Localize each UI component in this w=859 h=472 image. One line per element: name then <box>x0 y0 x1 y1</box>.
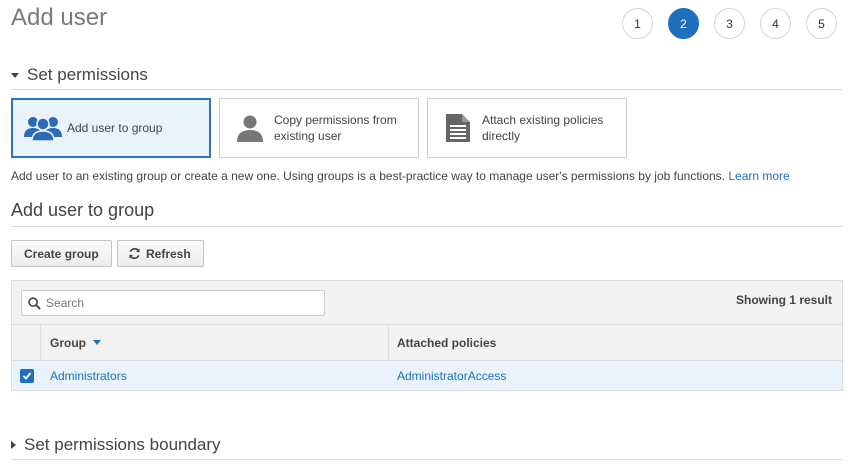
row-checkbox[interactable] <box>19 368 34 383</box>
result-count: Showing 1 result <box>735 293 832 307</box>
user-icon <box>230 108 270 148</box>
step-2[interactable]: 2 <box>668 8 699 39</box>
group-link[interactable]: Administrators <box>50 369 127 383</box>
divider <box>11 459 843 460</box>
caret-right-icon <box>11 441 16 449</box>
sort-desc-icon <box>93 340 101 345</box>
set-permissions-toggle[interactable]: Set permissions <box>11 65 148 85</box>
refresh-label: Refresh <box>146 246 191 261</box>
create-group-button[interactable]: Create group <box>11 240 112 267</box>
permissions-boundary-toggle[interactable]: Set permissions boundary <box>11 435 221 455</box>
add-user-to-group-heading: Add user to group <box>11 200 155 220</box>
help-text: Add user to an existing group or create … <box>11 169 790 183</box>
step-5[interactable]: 5 <box>806 8 837 39</box>
page-title: Add user <box>11 4 108 31</box>
policy-link[interactable]: AdministratorAccess <box>397 369 506 383</box>
column-header-group[interactable]: Group <box>41 325 389 360</box>
table-row[interactable]: Administrators AdministratorAccess <box>12 361 842 390</box>
refresh-icon <box>128 247 141 260</box>
checkmark-icon <box>22 371 31 380</box>
select-column-header <box>12 325 41 360</box>
step-4[interactable]: 4 <box>760 8 791 39</box>
permissions-boundary-heading: Set permissions boundary <box>24 435 221 454</box>
group-cell: Administrators <box>41 361 389 390</box>
row-select-cell <box>12 361 41 390</box>
column-header-policies: Attached policies <box>389 325 842 360</box>
users-group-icon <box>23 108 63 148</box>
help-text-body: Add user to an existing group or create … <box>11 169 725 183</box>
option-add-user-to-group[interactable]: Add user to group <box>11 98 211 158</box>
option-label: Copy permissions from existing user <box>274 113 397 143</box>
column-label: Group <box>50 335 86 350</box>
policies-cell: AdministratorAccess <box>389 361 842 390</box>
refresh-button[interactable]: Refresh <box>117 240 204 267</box>
set-permissions-heading: Set permissions <box>27 65 148 84</box>
divider <box>11 89 843 90</box>
table-toolbar: Showing 1 result <box>12 281 842 325</box>
search-box[interactable] <box>21 290 325 316</box>
search-icon <box>28 296 41 310</box>
option-label: Attach existing policies directly <box>482 113 604 143</box>
option-label: Add user to group <box>67 121 163 135</box>
document-icon <box>438 108 478 148</box>
search-input[interactable] <box>46 296 306 310</box>
learn-more-link[interactable]: Learn more <box>728 169 789 183</box>
option-attach-policies[interactable]: Attach existing policies directly <box>427 98 627 158</box>
column-label: Attached policies <box>397 335 497 350</box>
step-1[interactable]: 1 <box>622 8 653 39</box>
option-copy-permissions[interactable]: Copy permissions from existing user <box>219 98 419 158</box>
caret-down-icon <box>11 72 19 78</box>
wizard-steps: 1 2 3 4 5 <box>622 8 852 39</box>
groups-table: Showing 1 result Group Attached policies… <box>11 280 843 391</box>
table-header: Group Attached policies <box>12 325 842 361</box>
divider <box>11 226 843 227</box>
step-3[interactable]: 3 <box>714 8 745 39</box>
